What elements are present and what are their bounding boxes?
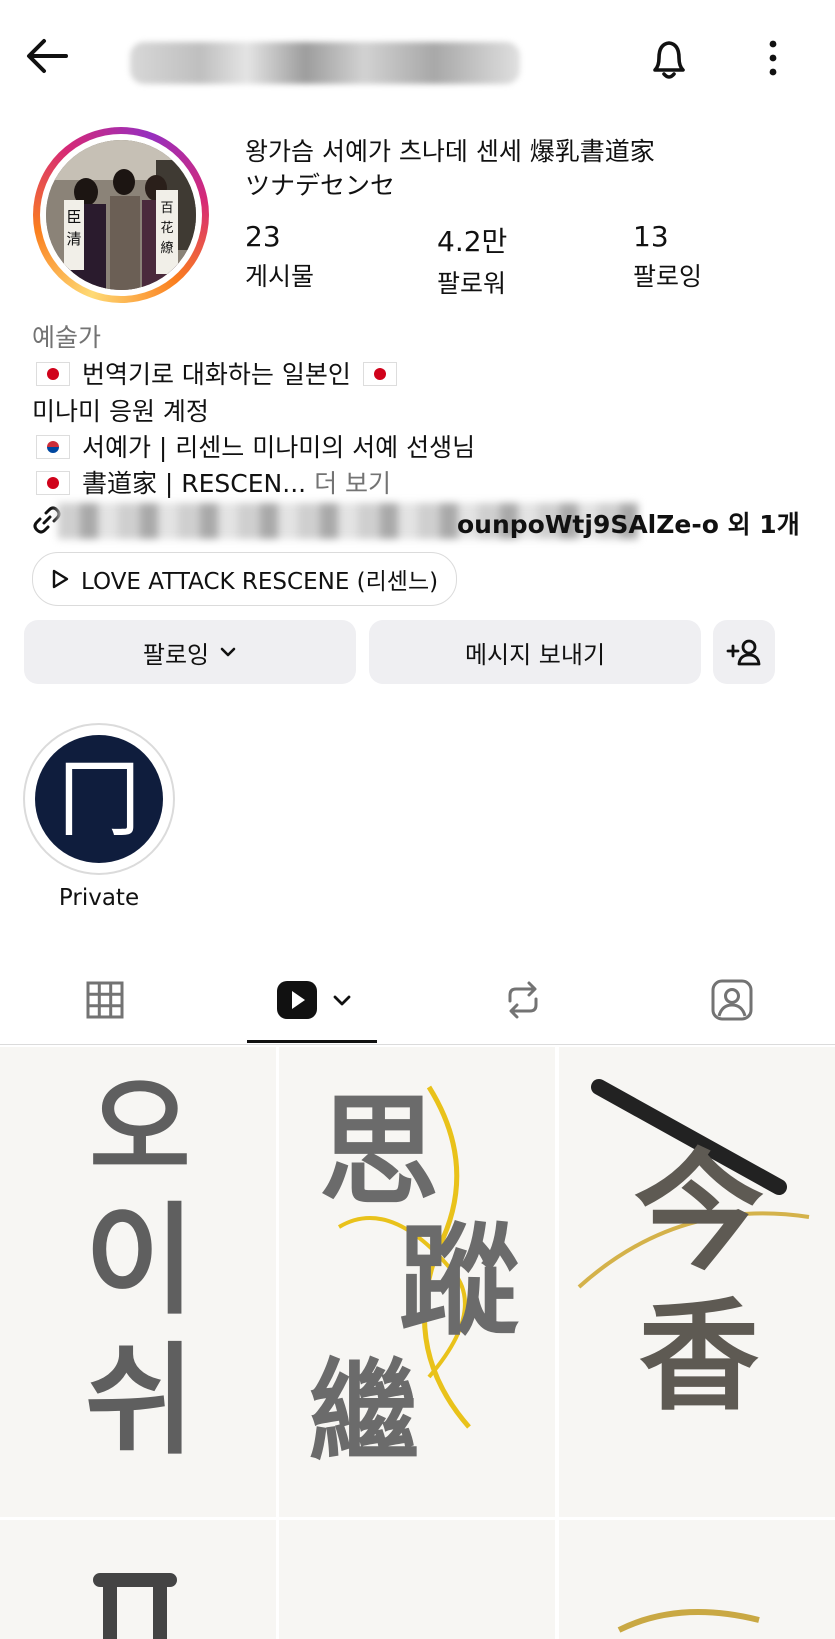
korea-flag-icon [36,435,70,459]
profile-name-line1: 왕가슴 서예가 츠나데 센세 爆乳書道家 [245,137,655,166]
bio-line-4-text: 書道家 | RESCEN... [81,469,307,498]
highlight-cover: 冂 [35,735,163,863]
highlight-private[interactable]: 冂 [23,723,175,875]
japan-flag-icon [362,362,397,386]
notifications-button[interactable] [645,34,693,84]
svg-text:臣: 臣 [66,208,81,226]
stat-value: 4.2만 [437,225,508,258]
svg-text:繚: 繚 [160,240,173,256]
bio-line-2: 미나미 응원 계정 [32,397,209,426]
chevron-down-icon [333,995,350,1006]
reels-icon [276,981,317,1019]
username-redacted [130,42,520,84]
highlight-label: Private [58,885,140,911]
tagged-icon [711,979,752,1021]
add-person-icon [726,639,761,666]
post-thumbnail[interactable]: 思 蹤 繼 [279,1047,555,1517]
calligraphy-char: 思 [319,1081,439,1222]
tab-reposts[interactable] [418,960,627,1040]
calligraphy-char: 繼 [309,1347,419,1476]
svg-text:百: 百 [160,201,173,216]
bio-line-3: 서예가 | 리센느 미나미의 서예 선생님 [32,428,475,464]
post-thumbnail[interactable]: 오 이 쉬 [0,1047,276,1517]
stat-value: 23 [245,220,281,253]
post-thumbnail[interactable] [0,1520,276,1639]
japan-flag-icon [36,362,70,386]
calligraphy-char: 蹤 [399,1211,519,1352]
tab-grid[interactable] [0,960,209,1040]
play-icon [52,569,69,589]
tab-reels[interactable] [209,960,418,1040]
following-button-label: 팔로잉 [142,640,210,669]
svg-text:花: 花 [160,220,173,236]
profile-music-pill[interactable]: LOVE ATTACK RESCENE (리센느) [32,552,458,606]
stat-value: 13 [633,220,669,253]
bio-line-4: 書道家 | RESCEN... 더 보기 [32,464,391,500]
link-text: ounpoWtj9SAlZe-o 외 1개 [457,510,800,539]
chevron-down-icon [220,647,236,657]
following-button[interactable]: 팔로잉 [24,620,356,684]
stat-following[interactable]: 13 팔로잉 [633,220,702,293]
stat-label: 팔로워 [437,269,507,298]
post-thumbnail[interactable] [559,1520,835,1639]
avatar-photo: 臣 清 百 花 繚 [46,140,196,290]
see-more-link[interactable]: 더 보기 [314,469,391,498]
calligraphy-char: 오 [89,1065,191,1193]
more-vertical-icon [769,40,777,76]
calligraphy-stroke [93,1573,177,1639]
profile-name-line2: ツナデセンセ [245,171,396,200]
bell-icon [653,41,685,79]
profile-avatar[interactable]: 臣 清 百 花 繚 [33,127,209,303]
bio-line-1: 번역기로 대화하는 일본인 [32,355,401,391]
stat-label: 팔로잉 [633,262,703,291]
calligraphy-char: 쉬 [84,1332,196,1471]
tabs-divider [0,1044,835,1045]
tab-tagged[interactable] [627,960,835,1040]
profile-category: 예술가 [32,323,102,352]
message-button-label: 메시지 보내기 [464,640,606,669]
message-button[interactable]: 메시지 보내기 [369,620,701,684]
music-label: LOVE ATTACK RESCENE (리센느) [81,569,439,595]
stat-posts[interactable]: 23 게시물 [245,220,314,293]
back-button[interactable] [22,34,72,84]
repost-icon [508,981,537,1019]
active-tab-indicator [247,1040,377,1043]
svg-text:清: 清 [66,230,81,248]
suggest-person-button[interactable] [713,620,775,684]
calligraphy-char: 今 [633,1135,764,1288]
stat-followers[interactable]: 4.2만 팔로워 [437,220,507,300]
stat-label: 게시물 [245,262,315,291]
grid-icon [86,981,123,1019]
calligraphy-char: 香 [639,1286,759,1427]
profile-tabs [0,960,835,1050]
highlight-glyph: 冂 [56,750,141,848]
calligraphy-char: 이 [84,1192,196,1331]
profile-link[interactable]: ounpoWtj9SAlZe-o 외 1개 [32,503,812,543]
post-thumbnail[interactable]: 今 香 [559,1047,835,1517]
bio-line-1-text: 번역기로 대화하는 일본인 [81,360,351,389]
japan-flag-icon [36,471,70,495]
more-options-button[interactable] [758,34,788,84]
bio-line-3-text: 서예가 | 리센느 미나미의 서예 선생님 [81,433,476,462]
post-thumbnail[interactable] [279,1520,555,1639]
calligraphy-stroke [617,1609,760,1633]
arrow-left-icon [27,39,68,73]
